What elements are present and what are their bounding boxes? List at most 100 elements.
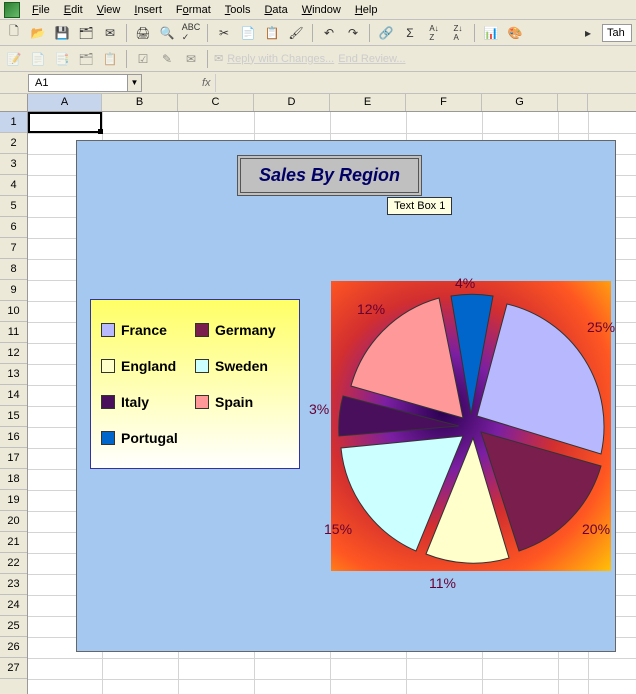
sort-asc-icon[interactable]: A↓Z bbox=[424, 23, 444, 43]
legend-item-italy[interactable]: Italy bbox=[101, 384, 195, 420]
legend-swatch bbox=[195, 323, 209, 337]
menu-view[interactable]: View bbox=[91, 2, 127, 18]
end-review-link[interactable]: End Review... bbox=[338, 53, 405, 65]
undo-icon[interactable]: ↶ bbox=[319, 23, 339, 43]
row-header-22[interactable]: 22 bbox=[0, 553, 27, 574]
font-selector[interactable]: Tah bbox=[602, 24, 632, 42]
row-header-25[interactable]: 25 bbox=[0, 616, 27, 637]
cut-icon[interactable]: ✂ bbox=[214, 23, 234, 43]
menu-window[interactable]: Window bbox=[296, 2, 347, 18]
review-btn-6[interactable]: ☑ bbox=[133, 49, 153, 69]
menu-edit[interactable]: Edit bbox=[58, 2, 89, 18]
toolbar-options-icon[interactable]: ▸ bbox=[578, 23, 598, 43]
spreadsheet-grid: ABCDEFG 12345678910111213141516171819202… bbox=[0, 94, 636, 694]
row-header-16[interactable]: 16 bbox=[0, 427, 27, 448]
menu-help[interactable]: Help bbox=[349, 2, 384, 18]
pct-spain: 12% bbox=[357, 301, 385, 317]
save-icon[interactable]: 💾 bbox=[52, 23, 72, 43]
row-header-7[interactable]: 7 bbox=[0, 238, 27, 259]
row-header-12[interactable]: 12 bbox=[0, 343, 27, 364]
hyperlink-icon[interactable]: 🔗 bbox=[376, 23, 396, 43]
row-header-20[interactable]: 20 bbox=[0, 511, 27, 532]
namebox-dropdown-icon[interactable]: ▼ bbox=[128, 74, 142, 92]
select-all-corner[interactable] bbox=[0, 94, 28, 111]
paste-icon[interactable]: 📋 bbox=[262, 23, 282, 43]
row-header-2[interactable]: 2 bbox=[0, 133, 27, 154]
row-header-27[interactable]: 27 bbox=[0, 658, 27, 679]
col-header-A[interactable]: A bbox=[28, 94, 102, 111]
permission-icon[interactable]: 🗂 bbox=[76, 23, 96, 43]
row-header-23[interactable]: 23 bbox=[0, 574, 27, 595]
legend-label: Portugal bbox=[121, 430, 178, 446]
col-header-D[interactable]: D bbox=[254, 94, 330, 111]
formula-bar[interactable] bbox=[215, 74, 636, 92]
review-btn-7[interactable]: ✎ bbox=[157, 49, 177, 69]
review-btn-1[interactable]: 📝 bbox=[4, 49, 24, 69]
row-header-6[interactable]: 6 bbox=[0, 217, 27, 238]
legend-item-spain[interactable]: Spain bbox=[195, 384, 289, 420]
copy-icon[interactable]: 📄 bbox=[238, 23, 258, 43]
chart-legend[interactable]: FranceGermanyEnglandSwedenItalySpain Port… bbox=[90, 299, 300, 469]
row-header-3[interactable]: 3 bbox=[0, 154, 27, 175]
row-header-13[interactable]: 13 bbox=[0, 364, 27, 385]
col-header-E[interactable]: E bbox=[330, 94, 406, 111]
chart-title[interactable]: Sales By Region bbox=[237, 155, 422, 196]
row-header-21[interactable]: 21 bbox=[0, 532, 27, 553]
legend-item-france[interactable]: France bbox=[101, 312, 195, 348]
spellcheck-icon[interactable]: ABC✓ bbox=[181, 23, 201, 43]
redo-icon[interactable]: ↷ bbox=[343, 23, 363, 43]
row-header-19[interactable]: 19 bbox=[0, 490, 27, 511]
menu-insert[interactable]: Insert bbox=[128, 2, 168, 18]
sort-desc-icon[interactable]: Z↓A bbox=[448, 23, 468, 43]
col-header-C[interactable]: C bbox=[178, 94, 254, 111]
text-box-1[interactable]: Text Box 1 bbox=[387, 197, 452, 215]
legend-swatch bbox=[101, 431, 115, 445]
reply-changes-link[interactable]: Reply with Changes... bbox=[227, 53, 334, 65]
col-header-B[interactable]: B bbox=[102, 94, 178, 111]
review-btn-8[interactable]: ✉ bbox=[181, 49, 201, 69]
row-header-10[interactable]: 10 bbox=[0, 301, 27, 322]
legend-item-sweden[interactable]: Sweden bbox=[195, 348, 289, 384]
row-header-14[interactable]: 14 bbox=[0, 385, 27, 406]
row-header-4[interactable]: 4 bbox=[0, 175, 27, 196]
name-box[interactable]: A1 bbox=[28, 74, 128, 92]
review-btn-4[interactable]: 🗂 bbox=[76, 49, 96, 69]
menu-bar: File Edit View Insert Format Tools Data … bbox=[0, 0, 636, 20]
autosum-icon[interactable]: Σ bbox=[400, 23, 420, 43]
embedded-chart[interactable]: Sales By Region Text Box 1 FranceGermany… bbox=[76, 140, 616, 652]
review-btn-2[interactable]: 📄 bbox=[28, 49, 48, 69]
legend-item-germany[interactable]: Germany bbox=[195, 312, 289, 348]
menu-tools[interactable]: Tools bbox=[219, 2, 257, 18]
row-header-8[interactable]: 8 bbox=[0, 259, 27, 280]
row-header-26[interactable]: 26 bbox=[0, 637, 27, 658]
new-icon[interactable]: 🗋 bbox=[4, 23, 24, 43]
mail-icon[interactable]: ✉ bbox=[100, 23, 120, 43]
col-header-F[interactable]: F bbox=[406, 94, 482, 111]
menu-data[interactable]: Data bbox=[258, 2, 293, 18]
row-header-17[interactable]: 17 bbox=[0, 448, 27, 469]
drawing-icon[interactable]: 🎨 bbox=[505, 23, 525, 43]
review-btn-5[interactable]: 📋 bbox=[100, 49, 120, 69]
row-header-11[interactable]: 11 bbox=[0, 322, 27, 343]
active-cell[interactable] bbox=[28, 112, 102, 133]
row-header-5[interactable]: 5 bbox=[0, 196, 27, 217]
legend-item-england[interactable]: England bbox=[101, 348, 195, 384]
row-header-18[interactable]: 18 bbox=[0, 469, 27, 490]
row-header-9[interactable]: 9 bbox=[0, 280, 27, 301]
print-icon[interactable]: 🖨 bbox=[133, 23, 153, 43]
row-header-24[interactable]: 24 bbox=[0, 595, 27, 616]
review-btn-3[interactable]: 📑 bbox=[52, 49, 72, 69]
format-painter-icon[interactable]: 🖌 bbox=[286, 23, 306, 43]
cells-area[interactable]: Sales By Region Text Box 1 FranceGermany… bbox=[28, 112, 636, 694]
row-header-1[interactable]: 1 bbox=[0, 112, 27, 133]
row-header-15[interactable]: 15 bbox=[0, 406, 27, 427]
menu-file[interactable]: File bbox=[26, 2, 56, 18]
col-header-partial[interactable] bbox=[558, 94, 588, 111]
open-icon[interactable]: 📂 bbox=[28, 23, 48, 43]
legend-item-portugal[interactable]: Portugal bbox=[101, 420, 195, 456]
menu-format[interactable]: Format bbox=[170, 2, 217, 18]
fx-label[interactable]: fx bbox=[202, 77, 211, 89]
col-header-G[interactable]: G bbox=[482, 94, 558, 111]
preview-icon[interactable]: 🔍 bbox=[157, 23, 177, 43]
chart-wizard-icon[interactable]: 📊 bbox=[481, 23, 501, 43]
